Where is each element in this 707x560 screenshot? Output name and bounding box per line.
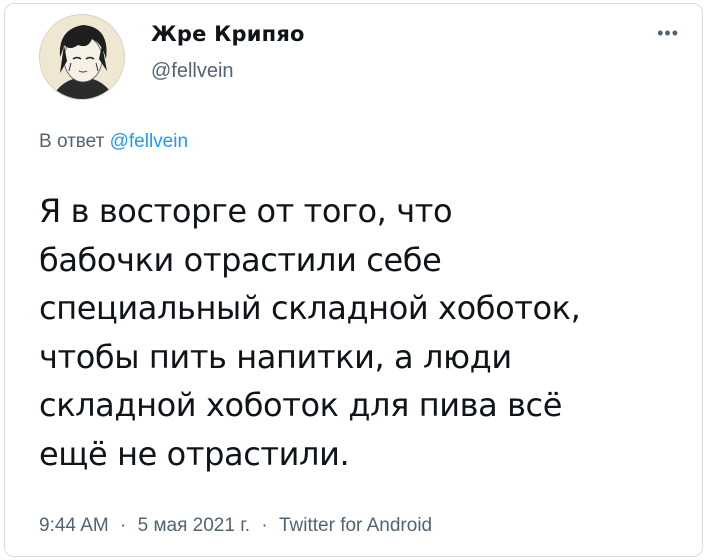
tweet-text-line: специальный складной хоботок, (39, 289, 581, 327)
tweet-text-line: чтобы пить напитки, а люди (39, 337, 512, 376)
tweet-text-line: бабочки отрастили себе (39, 240, 442, 279)
tweet-time[interactable]: 9:44 AM (39, 515, 109, 536)
tweet-text-line: ещё не отрастили. (39, 434, 350, 473)
tweet-date[interactable]: 5 мая 2021 г. (138, 515, 250, 536)
tweet-card: Жре Крипяо @fellvein ••• В ответ @fellve… (4, 3, 703, 557)
reply-prefix: В ответ (39, 131, 105, 152)
meta-separator: · (261, 515, 268, 536)
more-horizontal-icon[interactable]: ••• (657, 24, 679, 42)
tweet-text: Я в восторге от того, что бабочки отраст… (39, 187, 689, 478)
reply-mention-link[interactable]: @fellvein (110, 131, 188, 152)
tweet-text-line: складной хоботок для пива всё (39, 386, 563, 424)
avatar-portrait-icon (40, 15, 124, 99)
tweet-header: Жре Крипяо @fellvein ••• (33, 14, 693, 104)
tweet-meta: 9:44 AM · 5 мая 2021 г. · Twitter for An… (39, 515, 432, 537)
user-handle[interactable]: @fellvein (151, 60, 234, 83)
tweet-text-line: Я в восторге от того, что (39, 192, 453, 230)
meta-separator: · (120, 515, 127, 536)
reply-context: В ответ @fellvein (39, 131, 188, 153)
tweet-source: Twitter for Android (278, 515, 433, 536)
display-name[interactable]: Жре Крипяо (151, 22, 305, 46)
avatar[interactable] (39, 14, 125, 100)
